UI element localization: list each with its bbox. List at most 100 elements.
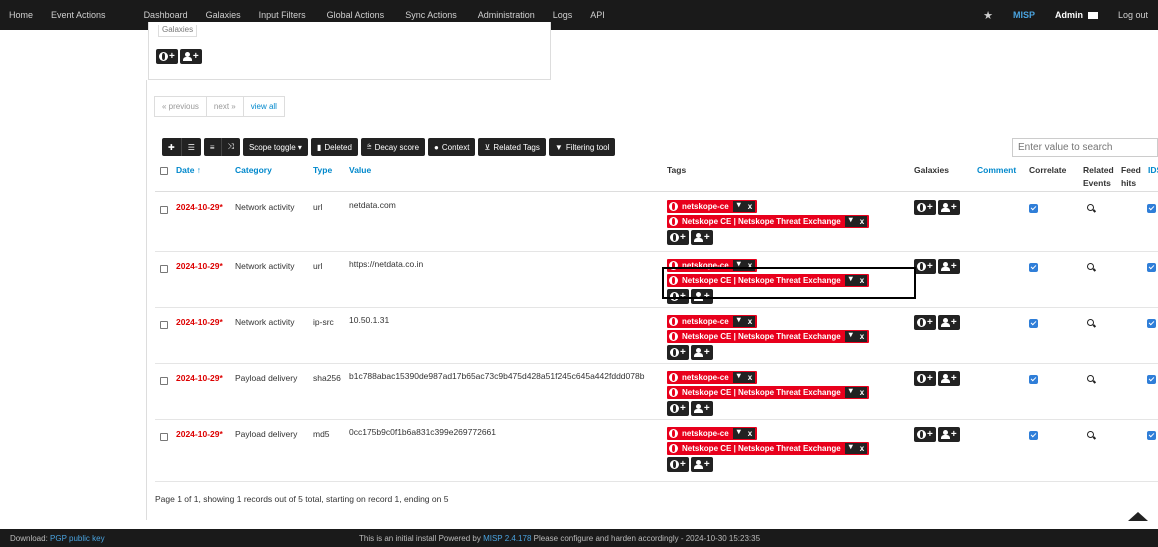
nav-galaxies[interactable]: Galaxies: [197, 10, 250, 20]
nav-global-actions[interactable]: Global Actions: [315, 10, 394, 20]
nav-home[interactable]: Home: [0, 10, 42, 20]
star-icon[interactable]: ★: [973, 9, 1003, 22]
search-input[interactable]: [1012, 138, 1158, 157]
row-checkbox[interactable]: [160, 375, 168, 385]
row-date[interactable]: 2024-10-29*: [176, 429, 223, 439]
remove-tag-button[interactable]: x: [748, 317, 752, 326]
related-tags-icon[interactable]: [848, 386, 857, 396]
remove-tag-button[interactable]: x: [860, 388, 864, 397]
prev-page-link[interactable]: « previous: [154, 96, 207, 117]
row-category[interactable]: Network activity: [235, 317, 295, 327]
deleted-button[interactable]: ▮ Deleted: [310, 138, 358, 156]
row-category[interactable]: Network activity: [235, 261, 295, 271]
add-galaxy-button[interactable]: +: [914, 200, 936, 215]
related-tags-icon[interactable]: [848, 215, 857, 225]
row-category[interactable]: Network activity: [235, 202, 295, 212]
pgp-key-link[interactable]: PGP public key: [50, 534, 105, 543]
remove-tag-button[interactable]: x: [860, 444, 864, 453]
col-date[interactable]: Date ↑: [176, 165, 201, 175]
remove-tag-button[interactable]: x: [748, 429, 752, 438]
scroll-top-icon[interactable]: [1128, 512, 1148, 521]
nav-api[interactable]: API: [581, 10, 614, 20]
nav-dashboard[interactable]: Dashboard: [135, 10, 197, 20]
nav-logs[interactable]: Logs: [544, 10, 582, 20]
row-value[interactable]: 10.50.1.31: [349, 313, 674, 328]
correlate-checkbox[interactable]: [1029, 375, 1038, 386]
tag-netskope-ce[interactable]: netskope-ce x: [667, 200, 758, 213]
related-tags-icon[interactable]: [736, 371, 745, 381]
nav-user[interactable]: Admin: [1045, 10, 1108, 20]
search-icon[interactable]: [1087, 318, 1094, 328]
col-value[interactable]: Value: [349, 165, 371, 175]
tag-netskope-ce[interactable]: netskope-ce x: [667, 427, 758, 440]
row-type[interactable]: url: [313, 261, 322, 271]
row-value[interactable]: https://netdata.co.in: [349, 257, 674, 272]
add-tag-button[interactable]: +: [667, 457, 689, 472]
tag-netskope-threat-exchange[interactable]: Netskope CE | Netskope Threat Exchange x: [667, 386, 870, 399]
decay-score-button[interactable]: ⩭ Decay score: [360, 138, 426, 156]
row-checkbox[interactable]: [160, 319, 168, 329]
related-tags-icon[interactable]: [848, 442, 857, 452]
add-local-tag-button[interactable]: +: [690, 230, 713, 245]
remove-tag-button[interactable]: x: [748, 202, 752, 211]
row-type[interactable]: md5: [313, 429, 330, 439]
select-all-checkbox[interactable]: [160, 165, 168, 175]
search-icon[interactable]: [1087, 430, 1094, 440]
remove-tag-button[interactable]: x: [860, 217, 864, 226]
add-cluster-button[interactable]: +: [937, 200, 960, 215]
search-icon[interactable]: [1087, 203, 1094, 213]
add-local-tag-button[interactable]: +: [690, 401, 713, 416]
nav-logout[interactable]: Log out: [1108, 10, 1158, 20]
row-category[interactable]: Payload delivery: [235, 429, 297, 439]
add-local-tag-button[interactable]: +: [690, 345, 713, 360]
nav-administration[interactable]: Administration: [466, 10, 544, 20]
row-checkbox[interactable]: [160, 263, 168, 273]
row-date[interactable]: 2024-10-29*: [176, 317, 223, 327]
add-galaxy-button[interactable]: +: [914, 427, 936, 442]
col-type[interactable]: Type: [313, 165, 332, 175]
search-icon[interactable]: [1087, 374, 1094, 384]
tag-netskope-threat-exchange[interactable]: Netskope CE | Netskope Threat Exchange x: [667, 215, 870, 228]
list-icon[interactable]: ☰: [181, 138, 201, 156]
nav-brand-misp[interactable]: MISP: [1003, 10, 1045, 20]
ids-checkbox[interactable]: [1147, 204, 1156, 215]
add-cluster-button[interactable]: +: [179, 49, 202, 64]
nav-input-filters[interactable]: Input Filters: [250, 10, 315, 20]
add-tag-button[interactable]: +: [667, 401, 689, 416]
row-value[interactable]: b1c788abac15390de987ad17b65ac73c9b475d42…: [349, 369, 674, 384]
add-cluster-button[interactable]: +: [937, 371, 960, 386]
tag-netskope-threat-exchange[interactable]: Netskope CE | Netskope Threat Exchange x: [667, 330, 870, 343]
related-tags-icon[interactable]: [736, 427, 745, 437]
shuffle-icon[interactable]: ⤨: [221, 138, 240, 156]
row-date[interactable]: 2024-10-29*: [176, 373, 223, 383]
row-type[interactable]: url: [313, 202, 322, 212]
add-galaxy-button[interactable]: +: [914, 371, 936, 386]
search-icon[interactable]: [1087, 262, 1094, 272]
related-tags-icon[interactable]: [848, 330, 857, 340]
add-galaxy-button[interactable]: +: [156, 49, 178, 64]
filtering-tool-button[interactable]: ▼ Filtering tool: [548, 138, 616, 156]
remove-tag-button[interactable]: x: [860, 332, 864, 341]
context-button[interactable]: ● Context: [428, 138, 476, 156]
add-attribute-button[interactable]: ✚: [162, 138, 182, 156]
add-local-tag-button[interactable]: +: [690, 457, 713, 472]
row-date[interactable]: 2024-10-29*: [176, 202, 223, 212]
row-type[interactable]: ip-src: [313, 317, 334, 327]
scope-toggle-button[interactable]: Scope toggle ▾: [242, 138, 308, 156]
col-ids[interactable]: IDS: [1148, 165, 1158, 175]
row-category[interactable]: Payload delivery: [235, 373, 297, 383]
align-icon[interactable]: ≡: [203, 138, 222, 156]
row-value[interactable]: netdata.com: [349, 198, 674, 213]
correlate-checkbox[interactable]: [1029, 204, 1038, 215]
tag-netskope-ce[interactable]: netskope-ce x: [667, 315, 758, 328]
ids-checkbox[interactable]: [1147, 431, 1156, 442]
row-checkbox[interactable]: [160, 431, 168, 441]
related-tags-icon[interactable]: [736, 200, 745, 210]
remove-tag-button[interactable]: x: [748, 373, 752, 382]
ids-checkbox[interactable]: [1147, 263, 1156, 274]
view-all-link[interactable]: view all: [242, 96, 285, 117]
add-cluster-button[interactable]: +: [937, 427, 960, 442]
add-tag-button[interactable]: +: [667, 230, 689, 245]
nav-event-actions[interactable]: Event Actions: [42, 10, 115, 20]
row-value[interactable]: 0cc175b9c0f1b6a831c399e269772661: [349, 425, 674, 440]
